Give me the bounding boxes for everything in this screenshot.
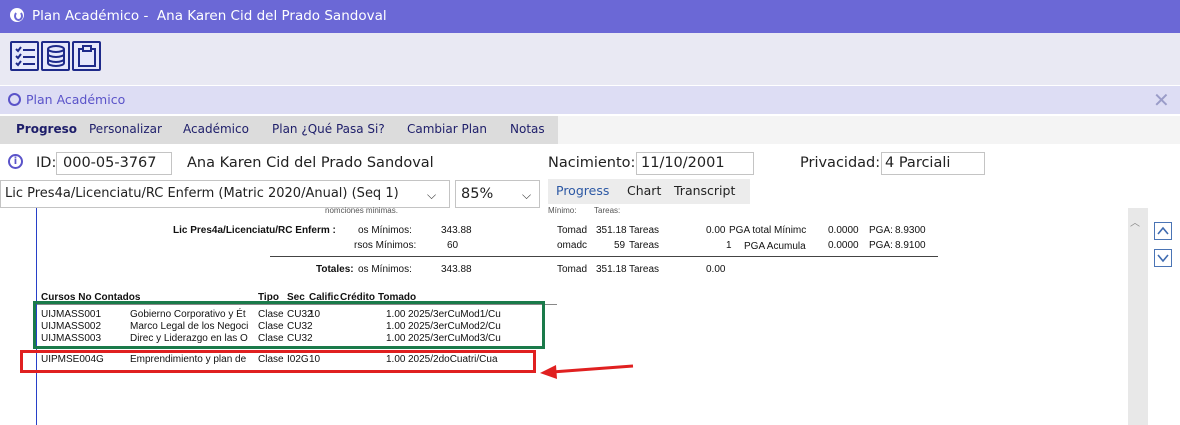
- nav-tab-notas[interactable]: Notas: [510, 122, 545, 136]
- id-label: ID:: [36, 155, 57, 171]
- plan-pga-total-min: 0.0000: [828, 225, 859, 236]
- plan-icon: [8, 93, 21, 106]
- checklist-icon: [15, 46, 35, 67]
- panel-header: Plan Académico ✕: [0, 86, 1180, 114]
- student-name: Ana Karen Cid del Prado Sandoval: [187, 155, 434, 171]
- panel-title: Plan Académico: [26, 92, 126, 107]
- courses-tasks-value: 1: [726, 240, 732, 251]
- plan-select-value: Lic Pres4a/Licenciatu/RC Enferm (Matric …: [5, 186, 399, 201]
- chevron-down-icon: ⌵: [427, 188, 437, 202]
- chevron-down-icon: ⌵: [522, 188, 532, 202]
- checklist-button[interactable]: [10, 41, 39, 71]
- plan-credits-label: os Mínimos:: [358, 225, 412, 236]
- partial-row-tasks: Tareas:: [594, 206, 621, 215]
- nav-tab-progreso[interactable]: Progreso: [16, 122, 77, 136]
- partial-row-label: nomciones minimas.: [325, 206, 398, 215]
- birth-label: Nacimiento:: [548, 155, 636, 171]
- tab-transcript[interactable]: Transcript: [674, 183, 735, 198]
- scrollbar-track[interactable]: [1128, 208, 1148, 425]
- info-icon[interactable]: i: [8, 154, 23, 169]
- plan-taken-value: 351.18: [596, 225, 627, 236]
- window-titlebar: Plan Académico - Ana Karen Cid del Prado…: [0, 0, 1180, 33]
- zoom-select[interactable]: 85% ⌵: [455, 180, 540, 208]
- plan-select[interactable]: Lic Pres4a/Licenciatu/RC Enferm (Matric …: [0, 180, 450, 208]
- courses-min: 60: [447, 240, 459, 251]
- red-highlight-box: [20, 350, 536, 373]
- totals-credits-label: os Mínimos:: [358, 264, 412, 275]
- plan-tasks-value: 0.00: [706, 225, 726, 236]
- privacy-label: Privacidad:: [800, 155, 881, 171]
- totals-tasks-value: 0.00: [706, 264, 726, 275]
- nav-tab-academico[interactable]: Académico: [183, 122, 249, 136]
- zoom-value: 85%: [461, 186, 494, 202]
- nav-tab-plan-que-pasa-si[interactable]: Plan ¿Qué Pasa Si?: [272, 122, 385, 136]
- window-title: Plan Académico - Ana Karen Cid del Prado…: [32, 8, 387, 24]
- tab-chart[interactable]: Chart: [627, 183, 661, 198]
- id-value: 000-05-3767: [63, 155, 157, 171]
- privacy-field[interactable]: 4 Parciali: [881, 152, 985, 175]
- database-button[interactable]: [41, 41, 70, 71]
- totals-taken-label: Tomad: [557, 264, 588, 275]
- caret-up-icon[interactable]: ︿: [1130, 214, 1140, 229]
- id-field[interactable]: 000-05-3767: [56, 152, 172, 175]
- plan-pga-label: PGA:: [869, 225, 893, 236]
- totals-label: Totales:: [316, 264, 354, 275]
- courses-pga-acc-label: PGA Acumula: [744, 241, 806, 252]
- scroll-down-button[interactable]: [1154, 249, 1172, 267]
- courses-taken-value: 59: [614, 240, 626, 251]
- privacy-value: 4 Parciali: [885, 155, 951, 171]
- scroll-up-button[interactable]: [1154, 222, 1172, 240]
- nav-tab-personalizar[interactable]: Personalizar: [89, 122, 162, 136]
- red-arrow-annotation: [540, 364, 634, 379]
- totals-separator: [270, 256, 938, 257]
- plan-taken-label: Tomad: [557, 225, 588, 236]
- clipboard-button[interactable]: [72, 41, 101, 71]
- totals-credits-min: 343.88: [441, 264, 472, 275]
- partial-row-min: Mínimo:: [548, 206, 577, 215]
- database-icon: [47, 45, 65, 67]
- nav-bar-fill: [558, 116, 1180, 144]
- courses-pga-value: 8.9100: [895, 240, 926, 251]
- courses-tasks-label: Tareas: [629, 240, 660, 251]
- clipboard-icon: [78, 45, 96, 67]
- tab-progress[interactable]: Progress: [556, 183, 609, 198]
- toolbar: [0, 33, 1180, 85]
- totals-tasks-label: Tareas: [629, 264, 660, 275]
- plan-name: Lic Pres4a/Licenciatu/RC Enferm :: [173, 225, 336, 236]
- courses-taken-label: omadc: [557, 240, 588, 251]
- green-highlight-box: [33, 301, 545, 349]
- close-icon[interactable]: ✕: [1153, 88, 1170, 112]
- chevron-up-icon: [1157, 226, 1169, 235]
- totals-taken-value: 351.18: [596, 264, 627, 275]
- plan-tasks-label: Tareas: [629, 225, 660, 236]
- chevron-down-icon: [1157, 254, 1169, 263]
- courses-pga-acc-min: 0.0000: [828, 240, 859, 251]
- plan-credits-min: 343.88: [441, 225, 472, 236]
- plan-pga-value: 8.9300: [895, 225, 926, 236]
- app-logo-icon: [10, 8, 24, 22]
- birth-field[interactable]: 11/10/2001: [636, 152, 754, 175]
- birth-value: 11/10/2001: [641, 155, 725, 171]
- plan-pga-total-label: PGA total Mínimc: [729, 225, 807, 236]
- courses-pga-label: PGA:: [869, 240, 893, 251]
- nav-tab-cambiar-plan[interactable]: Cambiar Plan: [407, 122, 487, 136]
- courses-label: rsos Mínimos:: [354, 240, 417, 251]
